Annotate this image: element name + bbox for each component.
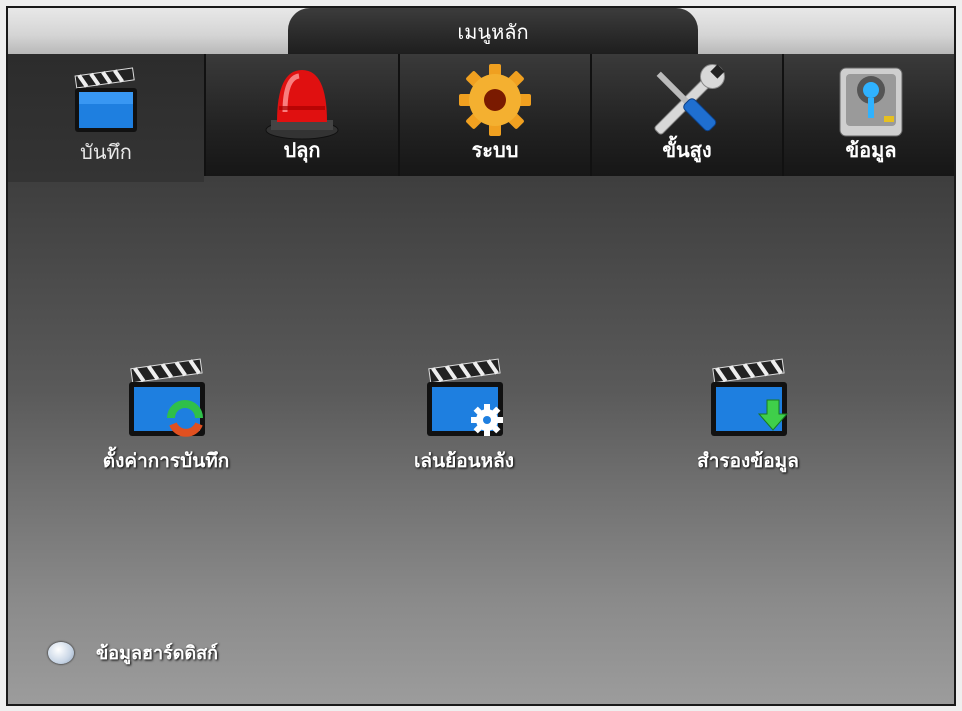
tab-system-label: ระบบ bbox=[471, 138, 519, 162]
tab-info-label: ข้อมูล bbox=[845, 138, 897, 162]
title-tab: เมนูหลัก bbox=[288, 8, 698, 54]
tab-record-label: บันทึก bbox=[80, 140, 132, 164]
title-bar: เมนูหลัก bbox=[8, 8, 954, 54]
photo-frame: เมนูหลัก บันทึก ปลุก ระบบ ขั้นสูง ข้อมูล… bbox=[0, 0, 962, 711]
backup-label: สำรองข้อมูล bbox=[697, 450, 799, 472]
playback-label: เล่นย้อนหลัง bbox=[413, 450, 515, 472]
tab-advanced-label: ขั้นสูง bbox=[662, 138, 712, 162]
record-settings-button[interactable]: ตั้งค่าการบันทึก bbox=[66, 352, 266, 476]
hard-drive-icon bbox=[839, 67, 903, 137]
playback-button[interactable]: เล่นย้อนหลัง bbox=[364, 352, 564, 476]
tab-alarm-label: ปลุก bbox=[283, 138, 321, 162]
record-settings-icon bbox=[129, 358, 205, 437]
hdd-radio-button[interactable] bbox=[48, 641, 74, 664]
hdd-info-option[interactable]: ข้อมูลฮาร์ดดิสก์ bbox=[48, 638, 218, 667]
backup-button[interactable]: สำรองข้อมูล bbox=[648, 352, 848, 476]
tab-alarm[interactable]: ปลุก bbox=[204, 54, 398, 176]
tab-record[interactable]: บันทึก bbox=[8, 54, 204, 182]
tools-icon bbox=[654, 64, 725, 135]
tab-info[interactable]: ข้อมูล bbox=[782, 54, 954, 176]
page-title: เมนูหลัก bbox=[457, 20, 529, 44]
content-panel: ตั้งค่าการบันทึก เล่นย้อนหลัง สำรองข้อมู… bbox=[8, 176, 954, 704]
tab-advanced[interactable]: ขั้นสูง bbox=[590, 54, 782, 176]
tab-strip: บันทึก ปลุก ระบบ ขั้นสูง ข้อมูล bbox=[8, 54, 954, 182]
record-settings-label: ตั้งค่าการบันทึก bbox=[102, 450, 230, 472]
clapperboard-icon bbox=[74, 67, 137, 132]
tab-system[interactable]: ระบบ bbox=[398, 54, 590, 176]
gear-icon bbox=[459, 64, 531, 136]
dvr-screen: เมนูหลัก บันทึก ปลุก ระบบ ขั้นสูง ข้อมูล… bbox=[6, 6, 956, 706]
siren-icon bbox=[265, 70, 339, 140]
hdd-info-label: ข้อมูลฮาร์ดดิสก์ bbox=[96, 643, 219, 664]
playback-icon bbox=[427, 358, 503, 436]
backup-icon bbox=[711, 358, 789, 436]
